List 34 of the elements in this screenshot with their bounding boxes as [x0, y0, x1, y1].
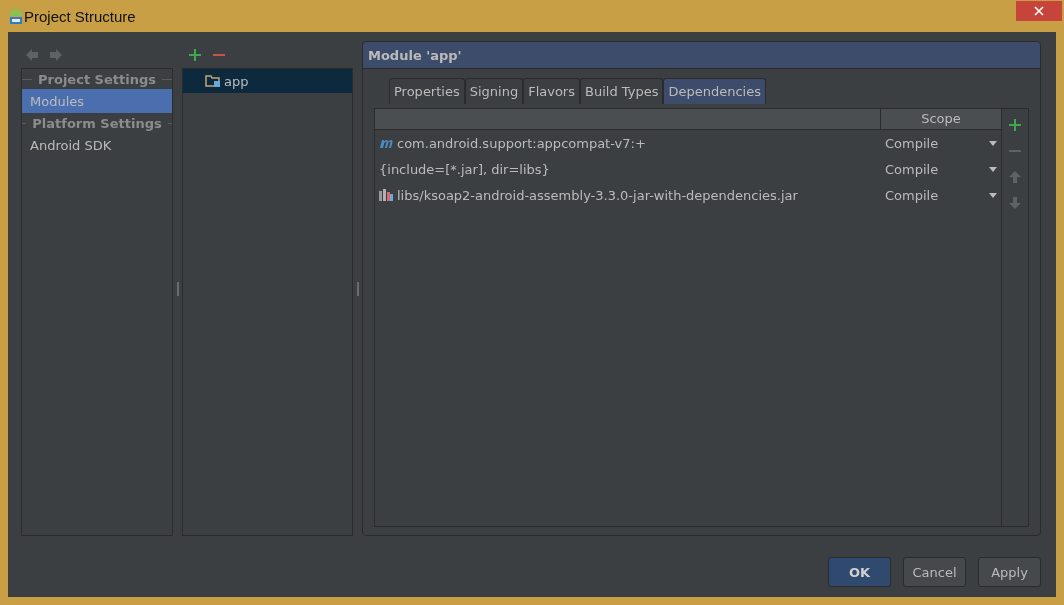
splitter-handle-icon[interactable]	[356, 281, 359, 296]
dialog-button[interactable]: Apply	[978, 557, 1041, 587]
app-icon	[8, 7, 24, 25]
scope-dropdown[interactable]: Compile	[881, 187, 1001, 203]
window-title: Project Structure	[24, 7, 137, 25]
close-icon[interactable]	[1034, 6, 1044, 16]
dropdown-caret-icon	[989, 166, 997, 172]
dropdown-caret-icon	[989, 192, 997, 198]
tab[interactable]: Build Types	[580, 78, 664, 104]
scope-dropdown[interactable]: Compile	[881, 161, 1001, 177]
dependency-name: libs/ksoap2-android-assembly-3.3.0-jar-with-dependencies.jar	[397, 187, 798, 203]
module-item[interactable]: app	[183, 69, 352, 93]
dialog-button[interactable]: OK	[828, 557, 891, 587]
dialog-button[interactable]: Cancel	[903, 557, 966, 587]
section-heading: Platform Settings	[32, 116, 162, 131]
dependency-name: {include=[*.jar], dir=libs}	[379, 161, 550, 177]
tab[interactable]: Signing	[464, 78, 524, 104]
dependency-name: com.android.support:appcompat-v7:+	[397, 135, 646, 151]
close-button[interactable]	[1016, 1, 1062, 21]
maven-icon	[379, 137, 393, 149]
library-icon	[379, 189, 393, 201]
tab[interactable]: Properties	[389, 78, 465, 104]
section-heading: Project Settings	[38, 72, 156, 87]
sidebar-item[interactable]: Android SDK	[22, 133, 172, 157]
tab[interactable]: Dependencies	[663, 78, 766, 104]
column-header: Scope	[920, 110, 962, 128]
tab[interactable]: Flavors	[523, 78, 580, 104]
panel-title: Module 'app'	[363, 42, 1040, 69]
dropdown-caret-icon	[989, 140, 997, 146]
scope-dropdown[interactable]: Compile	[881, 135, 1001, 151]
add-icon[interactable]	[188, 47, 202, 62]
folder-icon	[205, 74, 221, 88]
splitter-handle-icon[interactable]	[176, 281, 179, 296]
add-icon[interactable]	[1008, 118, 1022, 132]
